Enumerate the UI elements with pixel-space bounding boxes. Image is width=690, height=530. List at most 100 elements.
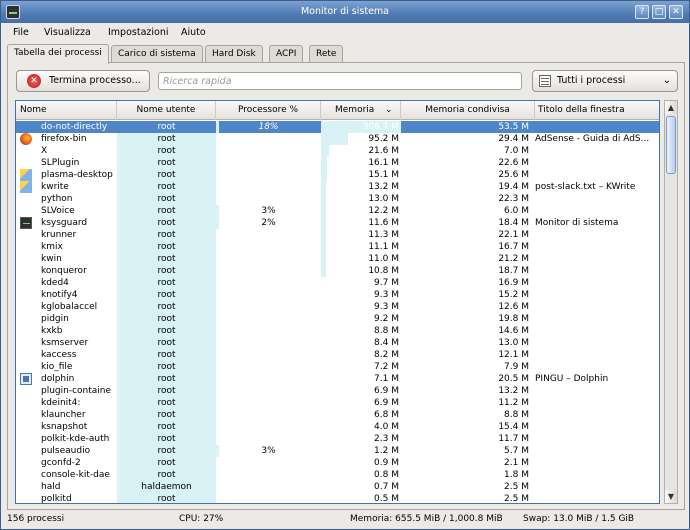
table-row[interactable]: kded4 root 9.7 M 16.9 M <box>16 277 659 289</box>
table-row[interactable]: pulseaudio root 3% 1.2 M 5.7 M <box>16 445 659 457</box>
scroll-up-arrow-icon[interactable]: ▲ <box>665 101 677 114</box>
table-row[interactable]: SLVoice root 3% 12.2 M 6.0 M <box>16 205 659 217</box>
table-row[interactable]: Xroot 21.6 M 7.0 M <box>16 145 659 157</box>
quick-search-input[interactable] <box>158 72 522 90</box>
kwrite-icon <box>20 181 32 193</box>
tab-process-table[interactable]: Tabella dei processi <box>7 44 109 64</box>
column-header-shared-memory[interactable]: Memoria condivisa <box>401 101 535 120</box>
tab-acpi[interactable]: ACPI <box>269 45 304 63</box>
menu-help[interactable]: Aiuto <box>181 27 206 38</box>
process-user: haldaemon <box>117 481 216 493</box>
column-header-memory[interactable]: Memoria ⌄ <box>321 101 401 120</box>
process-memory: 13.0 M <box>368 194 399 204</box>
process-shared-memory: 25.6 M <box>498 170 529 180</box>
table-row[interactable]: kwrite root 13.2 M 19.4 Mpost-slack.txt – K… <box>16 181 659 193</box>
table-row[interactable]: plasma-desktop root 15.1 M 25.6 M <box>16 169 659 181</box>
table-row[interactable]: krunner root 11.3 M 22.1 M <box>16 229 659 241</box>
status-swap: Swap: 13.0 MiB / 1.5 GiB <box>523 514 635 524</box>
table-row[interactable]: kxkb root 8.8 M 14.6 M <box>16 325 659 337</box>
process-user: root <box>117 145 216 157</box>
process-memory: 6.8 M <box>374 410 399 420</box>
table-row[interactable]: do-not-directly root 18% 306.7 M 53.5 M <box>16 121 659 133</box>
table-row[interactable]: python root 13.0 M 22.3 M <box>16 193 659 205</box>
vertical-scrollbar[interactable]: ▲ ▼ <box>664 100 678 504</box>
table-row[interactable]: polkit-kde-auth root 2.3 M 11.7 M <box>16 433 659 445</box>
column-header-user[interactable]: Nome utente <box>117 101 216 120</box>
table-row[interactable]: ksmserver root 8.4 M 13.0 M <box>16 337 659 349</box>
process-cpu: 3% <box>261 206 276 216</box>
close-icon[interactable]: ✕ <box>669 5 683 19</box>
column-header-name[interactable]: Nome <box>16 101 117 120</box>
table-row[interactable]: kmix root 11.1 M 16.7 M <box>16 241 659 253</box>
table-row[interactable]: kaccess root 8.2 M 12.1 M <box>16 349 659 361</box>
process-shared-memory: 5.7 M <box>504 446 529 456</box>
table-row[interactable]: ksysguard root 2% 11.6 M 18.4 M Monitor di si… <box>16 217 659 229</box>
process-memory: 16.1 M <box>368 158 399 168</box>
process-shared-memory: 2.5 M <box>504 482 529 492</box>
process-shared-memory: 22.1 M <box>498 230 529 240</box>
table-row[interactable]: plugin-containe root 6.9 M 13.2 M <box>16 385 659 397</box>
process-shared-memory: 11.2 M <box>498 398 529 408</box>
process-cpu: 18% <box>258 122 279 132</box>
title-bar[interactable]: Monitor di sistema ? □ ✕ <box>1 1 689 23</box>
app-icon[interactable] <box>6 5 20 19</box>
process-memory: 4.0 M <box>374 422 399 432</box>
process-shared-memory: 12.1 M <box>498 350 529 360</box>
process-user: root <box>117 229 216 241</box>
process-memory: 10.8 M <box>368 266 399 276</box>
table-row[interactable]: dolphin root 7.1 M 20.5 M PINGU – Dolphin <box>16 373 659 385</box>
process-shared-memory: 15.2 M <box>498 290 529 300</box>
process-memory: 12.2 M <box>368 206 399 216</box>
ksysguard-icon <box>20 217 32 229</box>
scroll-down-arrow-icon[interactable]: ▼ <box>665 490 677 503</box>
table-row[interactable]: pidgin root 9.2 M 19.8 M <box>16 313 659 325</box>
process-user: root <box>117 445 216 457</box>
process-shared-memory: 6.0 M <box>504 206 529 216</box>
table-row[interactable]: polkitd root 0.5 M 2.5 M <box>16 493 659 503</box>
process-memory: 0.7 M <box>374 482 399 492</box>
process-shared-memory: 12.6 M <box>498 302 529 312</box>
table-row[interactable]: ksnapshot root 4.0 M 15.4 M <box>16 421 659 433</box>
process-user: root <box>117 301 216 313</box>
process-memory: 11.3 M <box>368 230 399 240</box>
table-row[interactable]: kwin root 11.0 M 21.2 M <box>16 253 659 265</box>
table-row[interactable]: kglobalaccel root 9.3 M 12.6 M <box>16 301 659 313</box>
process-filter-select[interactable]: Tutti i processi ⌄ <box>532 70 678 92</box>
process-memory: 7.2 M <box>374 362 399 372</box>
tab-system-load[interactable]: Carico di sistema <box>111 45 203 63</box>
table-row[interactable]: kdeinit4: root 6.9 M 11.2 M <box>16 397 659 409</box>
table-row[interactable]: gconfd-2 root 0.9 M 2.1 M <box>16 457 659 469</box>
maximize-icon[interactable]: □ <box>652 5 666 19</box>
column-header-cpu[interactable]: Processore % <box>216 101 321 120</box>
menu-file[interactable]: File <box>13 27 29 38</box>
table-row[interactable]: SLPlugin root 16.1 M 22.6 M <box>16 157 659 169</box>
table-row[interactable]: knotify4 root 9.3 M 15.2 M <box>16 289 659 301</box>
kill-process-button[interactable]: ✕ Termina processo... <box>16 70 150 92</box>
process-table[interactable]: Nome Nome utente Processore % Memoria ⌄ M… <box>15 100 660 504</box>
help-icon[interactable]: ? <box>635 5 649 19</box>
process-shared-memory: 1.8 M <box>504 470 529 480</box>
process-user: root <box>117 157 216 169</box>
table-row[interactable]: firefox-bin root 95.2 M 29.4 M AdSense - Gui… <box>16 133 659 145</box>
menu-settings[interactable]: Impostazioni <box>108 27 169 38</box>
process-user: root <box>117 217 216 229</box>
menu-view[interactable]: Visualizza <box>44 27 91 38</box>
tab-network[interactable]: Rete <box>309 45 344 63</box>
table-row[interactable]: kio_file root 7.2 M 7.9 M <box>16 361 659 373</box>
process-memory: 2.3 M <box>374 434 399 444</box>
table-row[interactable]: console-kit-dae root 0.8 M 1.8 M <box>16 469 659 481</box>
column-header-window-title[interactable]: Titolo della finestra <box>535 101 659 120</box>
process-shared-memory: 20.5 M <box>498 374 529 384</box>
table-row[interactable]: klauncher root 6.8 M 8.8 M <box>16 409 659 421</box>
window-title: Monitor di sistema <box>300 6 389 17</box>
process-user: root <box>117 169 216 181</box>
process-memory: 8.2 M <box>374 350 399 360</box>
process-memory: 0.9 M <box>374 458 399 468</box>
scrollbar-thumb[interactable] <box>666 116 676 174</box>
tab-hard-disk[interactable]: Hard Disk <box>205 45 263 63</box>
table-row[interactable]: hald haldaemon 0.7 M 2.5 M <box>16 481 659 493</box>
status-cpu: CPU: 27% <box>179 514 224 524</box>
table-row[interactable]: konqueror root 10.8 M 18.7 M <box>16 265 659 277</box>
process-memory: 8.4 M <box>374 338 399 348</box>
process-cpu: 3% <box>261 446 276 456</box>
